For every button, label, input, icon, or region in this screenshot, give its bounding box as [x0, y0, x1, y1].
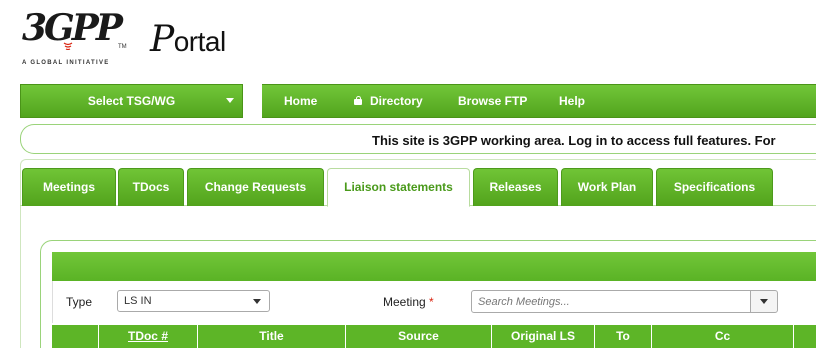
lock-icon: [354, 96, 362, 106]
type-select-value: LS IN: [124, 295, 152, 307]
type-select[interactable]: LS IN: [117, 290, 270, 312]
main-nav-bar: Home Directory Browse FTP Help: [262, 84, 816, 118]
tab-change-requests[interactable]: Change Requests: [187, 168, 324, 206]
column-header-cc[interactable]: Cc: [652, 325, 794, 348]
portal-logo-rest: ortal: [173, 26, 226, 57]
portal-logo-initial: P: [150, 19, 174, 60]
column-header-title[interactable]: Title: [198, 325, 346, 348]
search-meetings-input[interactable]: [471, 290, 751, 313]
tab-tdocs[interactable]: TDocs: [118, 168, 184, 206]
column-header-original-ls[interactable]: Original LS: [492, 325, 595, 348]
select-tsg-wg-dropdown[interactable]: Select TSG/WG: [20, 84, 243, 118]
select-tsg-wg-label: Select TSG/WG: [87, 94, 176, 108]
column-header-to[interactable]: To: [595, 325, 652, 348]
signal-waves-icon: [63, 42, 73, 50]
nav-home[interactable]: Home: [284, 85, 317, 117]
3gpp-logo[interactable]: 3GPP TM A GLOBAL INITIATIVE: [22, 8, 132, 68]
column-header-extra: [794, 325, 816, 348]
column-header-select: [52, 325, 99, 348]
caret-down-icon: [760, 299, 768, 304]
portal-logo[interactable]: Portal: [150, 22, 226, 60]
caret-down-icon: [226, 98, 234, 103]
notice-text: This site is 3GPP working area. Log in t…: [372, 133, 776, 148]
tab-specifications[interactable]: Specifications: [656, 168, 773, 206]
required-asterisk: *: [429, 295, 434, 309]
tab-meetings[interactable]: Meetings: [22, 168, 116, 206]
type-label: Type: [66, 295, 93, 309]
meeting-dropdown-toggle[interactable]: [750, 290, 778, 313]
nav-directory-label: Directory: [370, 94, 423, 108]
meeting-label: Meeting *: [383, 295, 434, 309]
nav-help[interactable]: Help: [559, 85, 585, 117]
meeting-label-text: Meeting: [383, 295, 426, 309]
caret-down-icon: [253, 299, 261, 304]
column-header-source[interactable]: Source: [346, 325, 492, 348]
search-panel-header: [52, 252, 816, 281]
column-header-tdoc[interactable]: TDoc #: [99, 325, 198, 348]
trademark-mark: TM: [118, 44, 127, 50]
tab-releases[interactable]: Releases: [473, 168, 558, 206]
table-header: TDoc # Title Source Original LS To Cc: [52, 325, 816, 348]
nav-browse-ftp[interactable]: Browse FTP: [458, 85, 527, 117]
nav-directory[interactable]: Directory: [354, 85, 423, 117]
tab-liaison-statements[interactable]: Liaison statements: [327, 168, 470, 207]
logo-tagline: A GLOBAL INITIATIVE: [22, 60, 110, 66]
tab-work-plan[interactable]: Work Plan: [561, 168, 653, 206]
